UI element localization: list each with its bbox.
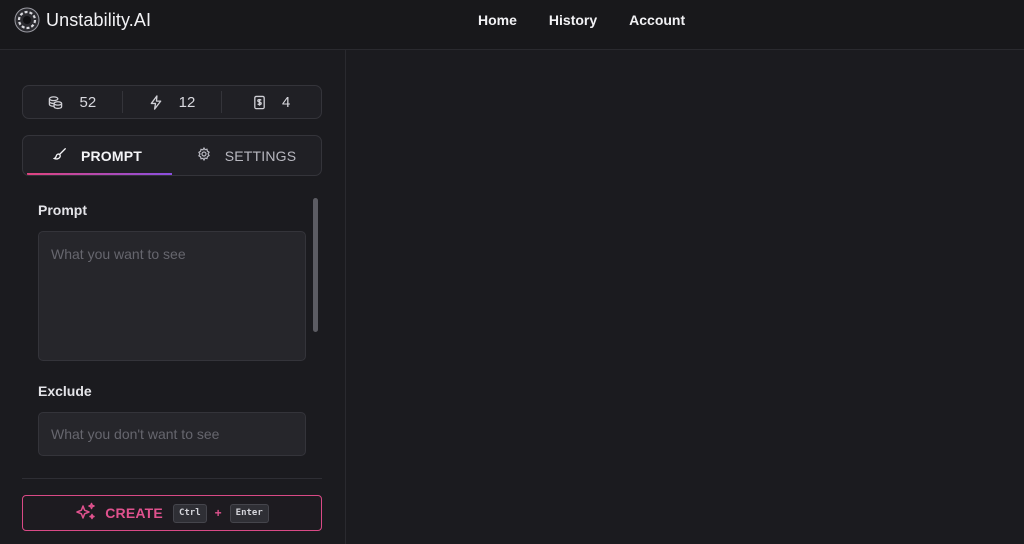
- create-button-label: CREATE: [105, 505, 163, 521]
- tab-prompt[interactable]: PROMPT: [23, 136, 172, 175]
- main-nav: Home History Account: [478, 0, 685, 40]
- stat-coins-value: 52: [79, 93, 97, 111]
- top-navbar: Unstability.AI Home History Account: [0, 0, 1024, 50]
- ticket-icon: [253, 95, 266, 110]
- stat-tickets: 4: [221, 91, 321, 113]
- stat-tickets-value: 4: [282, 93, 291, 111]
- coins-icon: [48, 95, 63, 110]
- stats-bar: 52 12 4: [22, 85, 322, 119]
- prompt-input[interactable]: [38, 231, 306, 361]
- create-button[interactable]: CREATE Ctrl + Enter: [22, 495, 322, 531]
- brush-icon: [52, 147, 67, 164]
- tab-settings[interactable]: SETTINGS: [172, 136, 321, 175]
- prompt-label: Prompt: [38, 202, 87, 218]
- kbd-plus: +: [214, 506, 222, 520]
- lightning-icon: [149, 94, 163, 110]
- divider: [22, 478, 322, 479]
- sidebar-scrollbar[interactable]: [313, 198, 318, 332]
- kbd-enter: Enter: [229, 503, 269, 523]
- exclude-input[interactable]: [38, 412, 306, 456]
- brand[interactable]: Unstability.AI: [14, 7, 151, 33]
- tab-prompt-label: PROMPT: [80, 147, 143, 164]
- tab-bar: PROMPT SETTINGS: [22, 135, 322, 176]
- nav-account[interactable]: Account: [629, 8, 685, 32]
- nav-home[interactable]: Home: [478, 8, 517, 32]
- stat-boosts: 12: [121, 91, 222, 113]
- stat-boosts-value: 12: [178, 93, 196, 111]
- gear-icon: [197, 146, 211, 164]
- kbd-ctrl: Ctrl: [172, 503, 207, 523]
- sparkles-icon: [75, 502, 97, 525]
- tab-settings-label: SETTINGS: [224, 147, 297, 164]
- stat-coins: 52: [23, 86, 122, 118]
- brand-logo-icon: [14, 7, 40, 33]
- nav-history[interactable]: History: [549, 8, 597, 32]
- exclude-label: Exclude: [38, 383, 92, 399]
- brand-name: Unstability.AI: [46, 9, 152, 30]
- main-canvas: [347, 50, 1024, 544]
- sidebar: 52 12 4 PROMPT SETTINGS Prompt What you …: [0, 50, 346, 544]
